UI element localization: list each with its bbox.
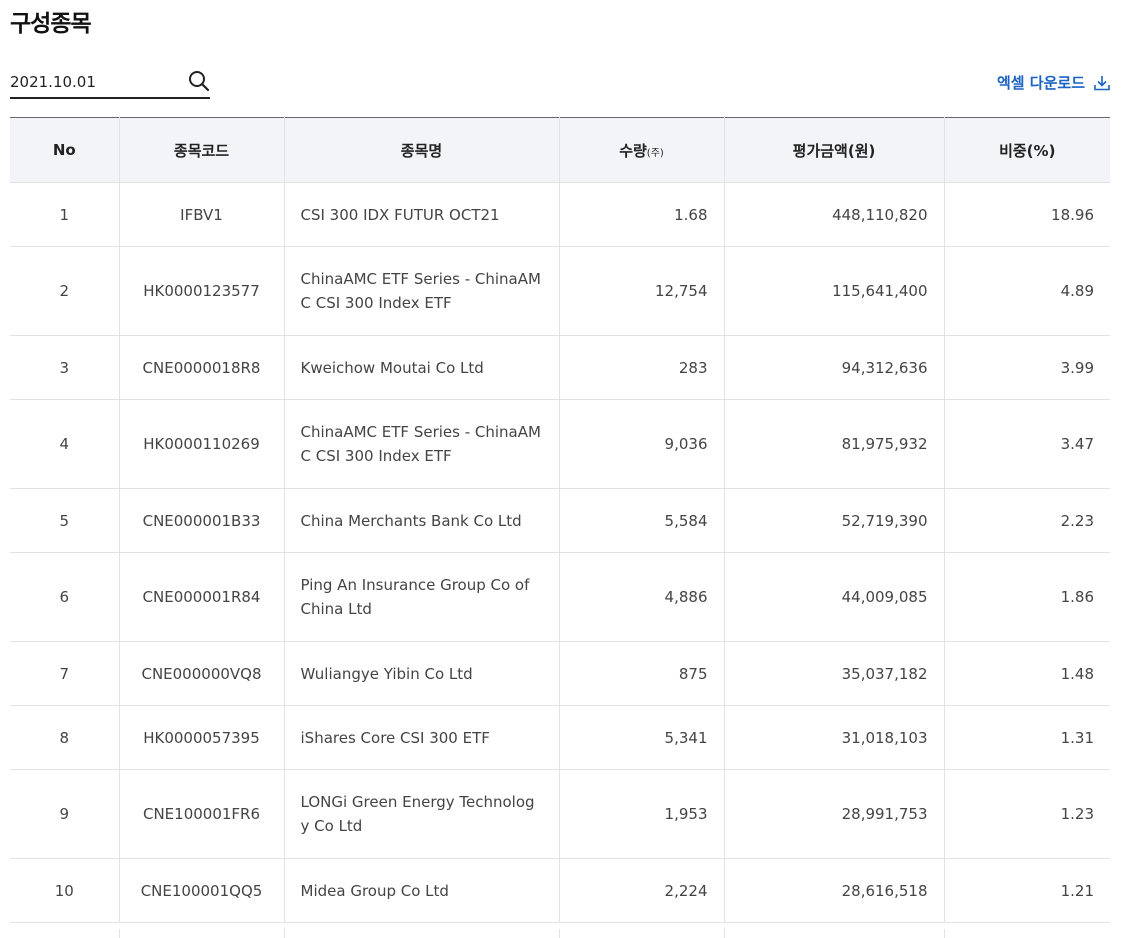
cell-quantity: 1,953 [559, 769, 725, 859]
cell-name: Ping An Insurance Group Co of China Ltd [284, 552, 560, 642]
cell-quantity: 12,754 [559, 246, 725, 336]
cell-name: iShares Core CSI 300 ETF [284, 705, 560, 770]
cell-quantity: 283 [559, 335, 725, 400]
cell-weight: 2.23 [944, 488, 1110, 553]
table-row: 10 CNE100001QQ5 Midea Group Co Ltd 2,224… [10, 858, 1110, 923]
cell-quantity: 1.68 [559, 182, 725, 247]
table-row: 4 HK0000110269 ChinaAMC ETF Series - Chi… [10, 399, 1110, 489]
table-row: 2 HK0000123577 ChinaAMC ETF Series - Chi… [10, 246, 1110, 336]
cell-code: CNE100001FR6 [119, 769, 285, 859]
cell-value: 28,616,518 [724, 858, 945, 923]
cell-no: 1 [10, 182, 120, 247]
table-row: 9 CNE100001FR6 LONGi Green Energy Techno… [10, 769, 1110, 859]
col-header-code: 종목코드 [119, 117, 285, 183]
cell-weight: 3.47 [944, 399, 1110, 489]
cell-no: 9 [10, 769, 120, 859]
cell-weight: 18.96 [944, 182, 1110, 247]
cell-weight: 1.21 [944, 858, 1110, 923]
table-row: 1 IFBV1 CSI 300 IDX FUTUR OCT21 1.68 448… [10, 182, 1110, 247]
cell-code: HK0000057395 [119, 705, 285, 770]
col-header-value: 평가금액(원) [724, 117, 945, 183]
cell-no: 6 [10, 552, 120, 642]
col-header-name: 종목명 [284, 117, 560, 183]
cell-name: Midea Group Co Ltd [284, 858, 560, 923]
cell-code: CNE000001R84 [119, 552, 285, 642]
cell-name: LONGi Green Energy Technology Co Ltd [284, 769, 560, 859]
cell-value: 94,312,636 [724, 335, 945, 400]
cell-value: 115,641,400 [724, 246, 945, 336]
cell-code: CNE100001QQ5 [119, 858, 285, 923]
cell-value: 35,037,182 [724, 641, 945, 706]
cell-no: 2 [10, 246, 120, 336]
cell-value: 28,991,753 [724, 769, 945, 859]
cell-code: HK0000123577 [119, 246, 285, 336]
cell-weight: 1.86 [944, 552, 1110, 642]
table-row: 6 CNE000001R84 Ping An Insurance Group C… [10, 552, 1110, 642]
cell-code: CNE000000VQ8 [119, 641, 285, 706]
cell-no: 7 [10, 641, 120, 706]
cell-value: 52,719,390 [724, 488, 945, 553]
cell-code: CNE0000018R8 [119, 335, 285, 400]
table-row: 7 CNE000000VQ8 Wuliangye Yibin Co Ltd 87… [10, 641, 1110, 706]
cell-quantity: 4,886 [559, 552, 725, 642]
cell-code: CNE000001B33 [119, 488, 285, 553]
table-row: 8 HK0000057395 iShares Core CSI 300 ETF … [10, 705, 1110, 770]
cell-weight: 1.31 [944, 705, 1110, 770]
cell-code: IFBV1 [119, 182, 285, 247]
cell-value: 31,018,103 [724, 705, 945, 770]
cell-weight: 4.89 [944, 246, 1110, 336]
cell-value: 44,009,085 [724, 552, 945, 642]
cell-no: 3 [10, 335, 120, 400]
cell-weight: 1.23 [944, 769, 1110, 859]
page-title: 구성종목 [10, 11, 92, 37]
cell-no: 4 [10, 399, 120, 489]
cell-name: Kweichow Moutai Co Ltd [284, 335, 560, 400]
cell-name: CSI 300 IDX FUTUR OCT21 [284, 182, 560, 247]
cell-name: Wuliangye Yibin Co Ltd [284, 641, 560, 706]
cell-weight: 3.99 [944, 335, 1110, 400]
table-row: 3 CNE0000018R8 Kweichow Moutai Co Ltd 28… [10, 335, 1110, 400]
col-header-quantity: 수량(주) [559, 117, 725, 183]
table-row: 5 CNE000001B33 China Merchants Bank Co L… [10, 488, 1110, 553]
cell-name: ChinaAMC ETF Series - ChinaAMC CSI 300 I… [284, 399, 560, 489]
cell-code: HK0000110269 [119, 399, 285, 489]
cell-no: 8 [10, 705, 120, 770]
cell-name: ChinaAMC ETF Series - ChinaAMC CSI 300 I… [284, 246, 560, 336]
excel-download-label: 엑셀 다운로드 [996, 74, 1085, 92]
holdings-table: No 종목코드 종목명 수량(주) 평가금액(원) 비중(%) 1 IFBV1 … [10, 117, 1110, 923]
date-search [10, 66, 210, 99]
cell-no: 5 [10, 488, 120, 553]
excel-download-button[interactable]: 엑셀 다운로드 [997, 72, 1111, 93]
table-header-row: No 종목코드 종목명 수량(주) 평가금액(원) 비중(%) [10, 117, 1110, 183]
quantity-header-label: 수량 [619, 141, 647, 160]
search-icon[interactable] [188, 70, 210, 92]
cell-weight: 1.48 [944, 641, 1110, 706]
quantity-unit: (주) [646, 147, 664, 159]
cell-name: China Merchants Bank Co Ltd [284, 488, 560, 553]
cell-value: 81,975,932 [724, 399, 945, 489]
cell-quantity: 875 [559, 641, 725, 706]
date-input[interactable] [10, 66, 180, 97]
download-icon [1093, 74, 1111, 92]
cell-quantity: 5,341 [559, 705, 725, 770]
cell-quantity: 5,584 [559, 488, 725, 553]
cell-quantity: 2,224 [559, 858, 725, 923]
cell-quantity: 9,036 [559, 399, 725, 489]
col-header-no: No [10, 117, 120, 183]
cell-value: 448,110,820 [724, 182, 945, 247]
cell-no: 10 [10, 858, 120, 923]
table-continuation [10, 929, 1110, 938]
col-header-weight: 비중(%) [944, 117, 1110, 183]
